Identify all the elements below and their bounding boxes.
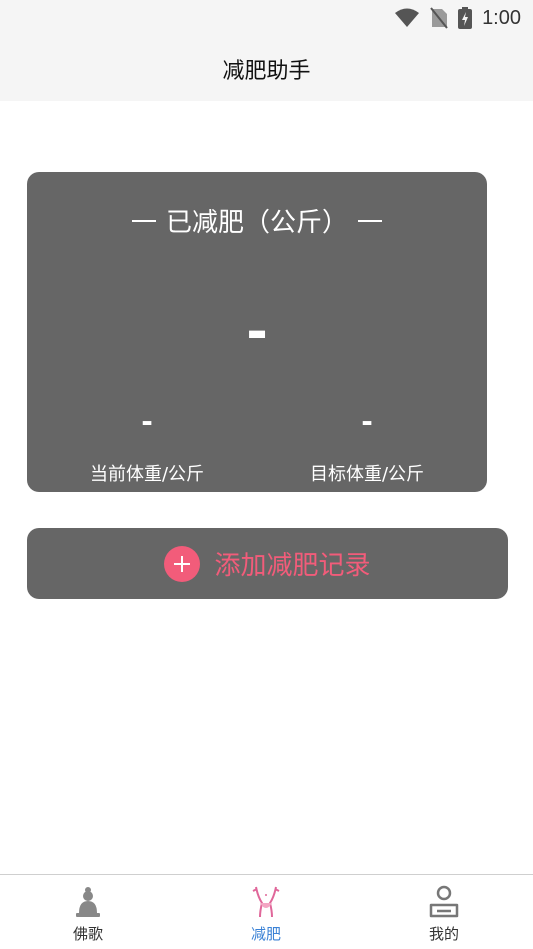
tab-label-slimming: 减肥 xyxy=(250,925,281,943)
tab-slimming[interactable]: 减肥 xyxy=(216,883,316,945)
title-bar: 减肥助手 xyxy=(0,36,533,101)
bottom-tab-bar: 佛歌 减肥 我的 xyxy=(0,874,533,949)
add-record-label: 添加减肥记录 xyxy=(214,551,371,581)
tab-label-buddha: 佛歌 xyxy=(72,925,103,943)
slim-figure-icon xyxy=(252,886,280,918)
target-weight-stat: - 目标体重/公斤 xyxy=(267,394,467,486)
header-dash-left xyxy=(131,219,156,222)
target-weight-label: 目标体重/公斤 xyxy=(309,464,425,485)
tab-buddha-songs[interactable]: 佛歌 xyxy=(38,883,138,945)
add-record-button[interactable]: 添加减肥记录 xyxy=(27,528,508,599)
status-icons: 1:00 xyxy=(394,6,521,30)
plus-icon xyxy=(164,545,201,582)
no-sim-icon xyxy=(430,7,448,29)
status-time: 1:00 xyxy=(482,6,521,29)
current-weight-stat: - 当前体重/公斤 xyxy=(47,394,247,486)
battery-charging-icon xyxy=(458,7,473,29)
card-title: 已减肥（公斤） xyxy=(165,208,348,238)
current-weight-value: - xyxy=(141,405,153,438)
current-weight-label: 当前体重/公斤 xyxy=(89,464,205,485)
page-title: 减肥助手 xyxy=(222,58,311,84)
wifi-icon xyxy=(395,8,420,27)
tab-label-mine: 我的 xyxy=(428,925,459,943)
buddha-icon xyxy=(76,887,100,917)
weight-lost-value: - xyxy=(246,302,268,362)
target-weight-value: - xyxy=(361,405,373,438)
header-dash-right xyxy=(358,219,382,222)
tab-mine[interactable]: 我的 xyxy=(394,883,494,945)
card-header: 已减肥（公斤） xyxy=(27,202,487,239)
weight-summary-card: 已减肥（公斤） - - 当前体重/公斤 - 目标体重/公斤 xyxy=(27,172,487,492)
status-bar: 1:00 xyxy=(0,0,533,36)
profile-icon xyxy=(429,885,459,918)
